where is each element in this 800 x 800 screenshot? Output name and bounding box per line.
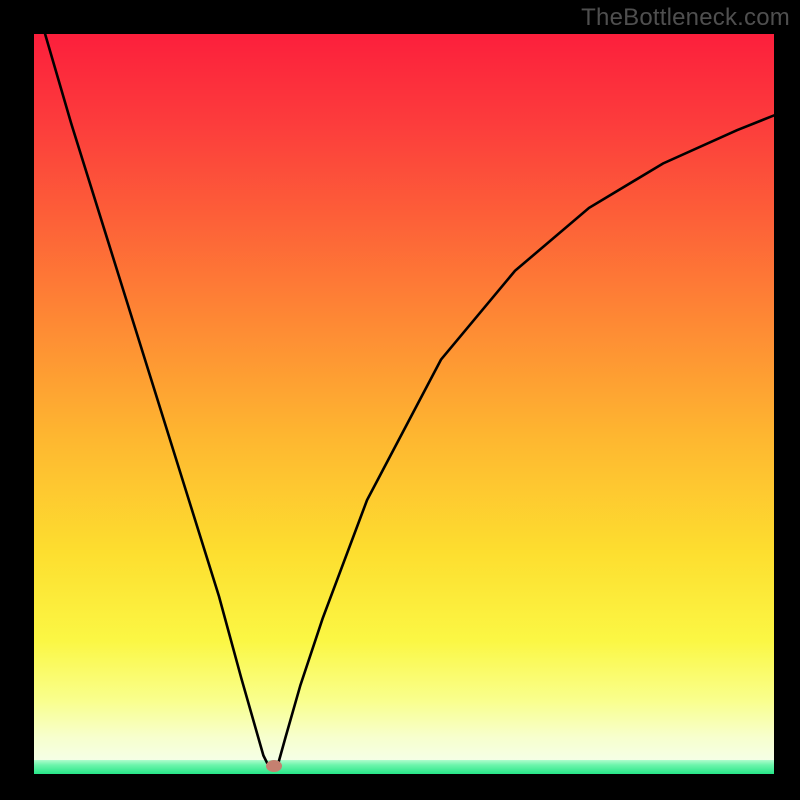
bottleneck-curve <box>34 34 774 774</box>
plot-area <box>34 34 774 774</box>
minimum-marker <box>266 760 282 772</box>
chart-frame: TheBottleneck.com <box>0 0 800 800</box>
watermark-text: TheBottleneck.com <box>581 4 790 32</box>
